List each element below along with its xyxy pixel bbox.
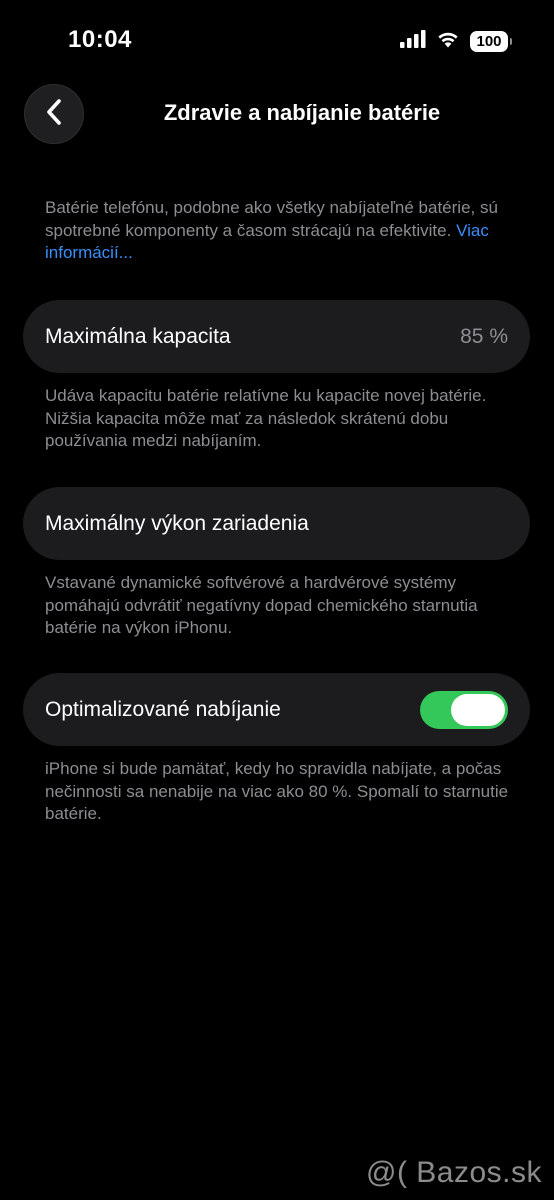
optimized-charging-label: Optimalizované nabíjanie xyxy=(45,697,281,721)
intro-text: Batérie telefónu, podobne ako všetky nab… xyxy=(45,198,498,240)
optimized-charging-note: iPhone si bude pamätať, kedy ho spravidl… xyxy=(45,759,509,823)
max-capacity-value: 85 % xyxy=(460,324,508,348)
status-time: 10:04 xyxy=(68,26,132,53)
intro-note: Batérie telefónu, podobne ako všetky nab… xyxy=(45,197,515,265)
status-bar: 10:04 100 xyxy=(0,0,554,80)
peak-performance-row[interactable]: Maximálny výkon zariadenia xyxy=(23,487,530,560)
battery-indicator: 100 xyxy=(470,31,512,52)
toggle-knob xyxy=(451,693,505,726)
max-capacity-label: Maximálna kapacita xyxy=(45,324,231,348)
optimized-charging-toggle[interactable] xyxy=(420,690,508,729)
optimized-charging-row: Optimalizované nabíjanie xyxy=(23,673,530,746)
status-icons: 100 xyxy=(400,30,512,53)
wifi-icon xyxy=(436,30,460,53)
page-title: Zdravie a nabíjanie batérie xyxy=(163,100,441,125)
signal-bars-icon xyxy=(400,30,426,53)
max-capacity-row: Maximálna kapacita 85 % xyxy=(23,300,530,373)
peak-performance-label: Maximálny výkon zariadenia xyxy=(45,511,309,535)
watermark: @( Bazos.sk xyxy=(366,1156,542,1189)
max-capacity-note: Udáva kapacitu batérie relatívne ku kapa… xyxy=(45,386,487,450)
peak-performance-note: Vstavané dynamické softvérové a hardvéro… xyxy=(45,573,478,637)
